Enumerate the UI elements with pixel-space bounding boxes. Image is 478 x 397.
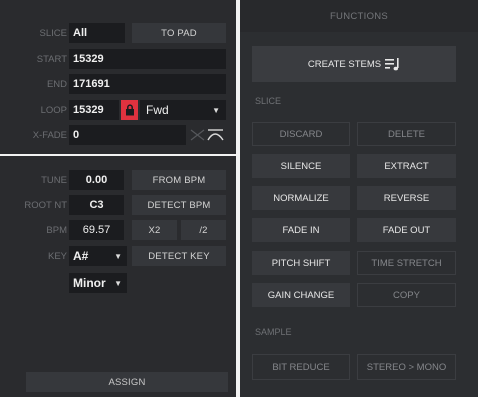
end-label: END	[46, 78, 67, 90]
bpm-label: BPM	[46, 224, 67, 236]
bpm-field[interactable]: 69.57	[69, 220, 124, 240]
stems-icon	[385, 57, 399, 70]
functions-title: FUNCTIONS	[240, 0, 478, 32]
create-stems-label: CREATE STEMS	[307, 58, 382, 70]
copy-button[interactable]: COPY	[357, 283, 456, 307]
root-note-label: ROOT NT	[24, 199, 67, 211]
sample-section-label: SAMPLE	[255, 327, 292, 337]
detect-bpm-button[interactable]: DETECT BPM	[132, 195, 226, 215]
silence-button[interactable]: SILENCE	[252, 154, 350, 178]
linear-fade-icon[interactable]	[190, 127, 205, 143]
to-pad-button[interactable]: TO PAD	[132, 23, 226, 43]
loop-mode-value: Fwd	[146, 103, 169, 117]
x2-button[interactable]: X2	[132, 220, 177, 240]
loop-mode-dropdown[interactable]: Fwd ▼	[140, 100, 226, 120]
slice-section-label: SLICE	[255, 96, 282, 106]
start-field[interactable]: 15329	[69, 49, 226, 69]
start-label: START	[36, 53, 67, 65]
end-field[interactable]: 171691	[69, 74, 226, 94]
pitch-shift-button[interactable]: PITCH SHIFT	[252, 251, 350, 275]
reverse-button[interactable]: REVERSE	[357, 186, 456, 210]
slice-field[interactable]: All	[69, 23, 125, 43]
bit-reduce-button[interactable]: BIT REDUCE	[252, 354, 350, 380]
normalize-button[interactable]: NORMALIZE	[252, 186, 350, 210]
div2-button[interactable]: /2	[181, 220, 226, 240]
loop-label: LOOP	[40, 104, 67, 116]
chevron-down-icon: ▼	[114, 251, 122, 261]
chevron-down-icon: ▼	[114, 278, 122, 288]
time-stretch-button[interactable]: TIME STRETCH	[357, 251, 456, 275]
gain-change-button[interactable]: GAIN CHANGE	[252, 283, 350, 307]
assign-button[interactable]: ASSIGN	[26, 372, 228, 392]
chevron-down-icon: ▼	[212, 105, 220, 115]
loop-field[interactable]: 15329	[69, 100, 119, 120]
extract-button[interactable]: EXTRACT	[357, 154, 456, 178]
lock-glyph-icon	[125, 104, 134, 116]
lock-icon[interactable]	[121, 100, 138, 120]
key-dropdown[interactable]: A# ▼	[69, 246, 127, 266]
create-stems-button[interactable]: CREATE STEMS	[252, 46, 456, 82]
stereo-to-mono-button[interactable]: STEREO > MONO	[357, 354, 456, 380]
root-note-field[interactable]: C3	[69, 195, 124, 215]
scale-value: Minor	[73, 276, 106, 290]
fade-out-button[interactable]: FADE OUT	[357, 218, 456, 242]
key-label: KEY	[47, 250, 67, 262]
curved-fade-icon[interactable]	[207, 127, 224, 143]
key-value: A#	[73, 249, 89, 263]
fade-in-button[interactable]: FADE IN	[252, 218, 350, 242]
scale-dropdown[interactable]: Minor ▼	[69, 273, 127, 293]
xfade-field[interactable]: 0	[69, 125, 186, 145]
xfade-label: X-FADE	[32, 129, 67, 141]
discard-button[interactable]: DISCARD	[252, 122, 350, 146]
slice-label: SLICE	[39, 27, 67, 39]
tune-field[interactable]: 0.00	[69, 170, 124, 190]
from-bpm-button[interactable]: FROM BPM	[132, 170, 226, 190]
delete-button[interactable]: DELETE	[357, 122, 456, 146]
tune-label: TUNE	[41, 174, 67, 186]
detect-key-button[interactable]: DETECT KEY	[132, 246, 226, 266]
